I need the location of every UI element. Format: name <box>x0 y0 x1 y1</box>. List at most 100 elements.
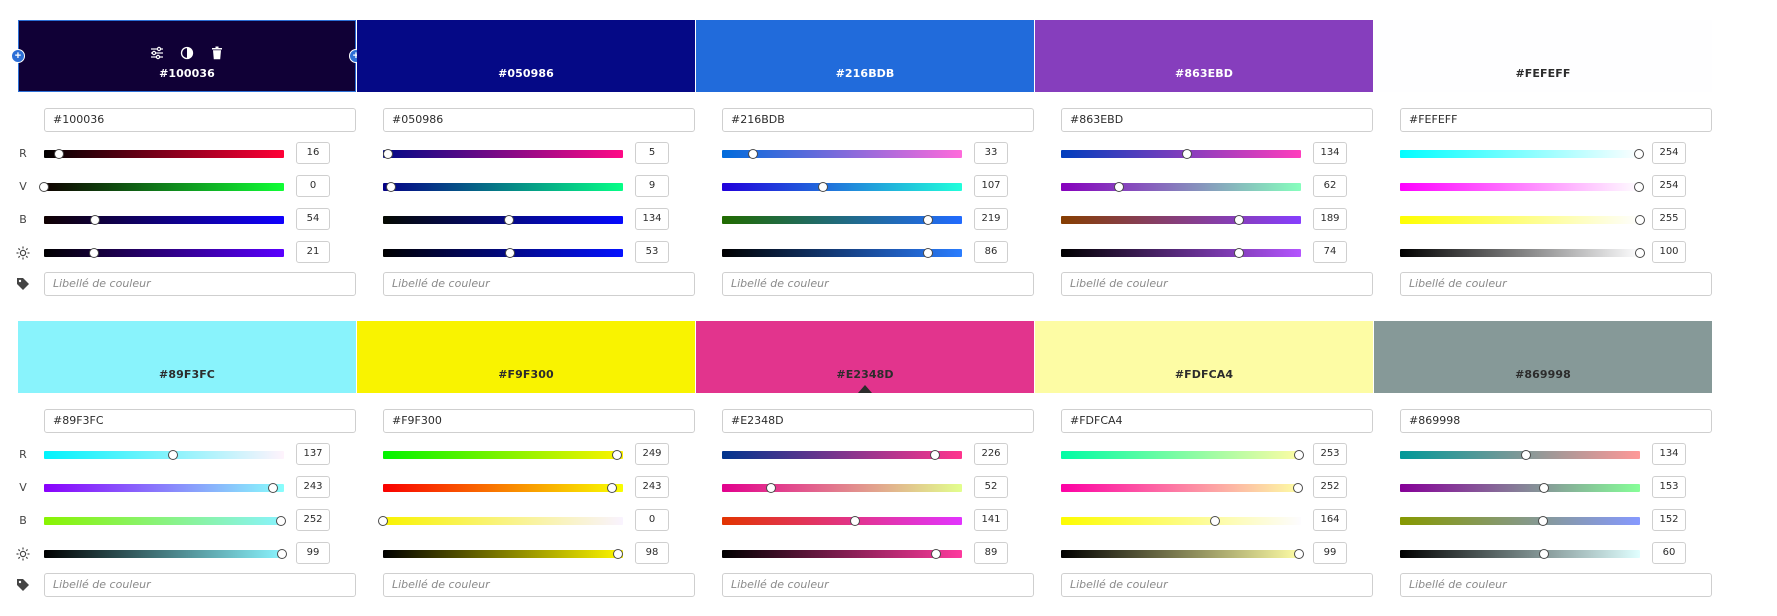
blue-slider[interactable] <box>378 516 623 526</box>
red-slider-handle[interactable] <box>167 450 178 460</box>
blue-value-input[interactable]: 252 <box>296 509 330 531</box>
brightness-slider-handle[interactable] <box>1539 549 1549 559</box>
blue-slider[interactable] <box>722 516 962 526</box>
blue-slider-handle[interactable] <box>276 516 287 526</box>
red-value-input[interactable]: 16 <box>296 142 330 164</box>
red-slider[interactable] <box>722 149 962 159</box>
blue-slider-handle[interactable] <box>923 215 934 225</box>
color-label-input[interactable]: Libellé de couleur <box>383 573 695 597</box>
blue-slider[interactable] <box>44 516 287 526</box>
brightness-slider[interactable] <box>1400 549 1640 559</box>
blue-value-input[interactable]: 255 <box>1652 208 1686 230</box>
blue-slider[interactable] <box>1400 516 1640 526</box>
red-slider[interactable] <box>383 450 623 460</box>
color-swatch[interactable]: #100036 <box>18 20 356 92</box>
green-slider[interactable] <box>722 182 962 192</box>
green-value-input[interactable]: 52 <box>974 476 1008 498</box>
blue-slider-handle[interactable] <box>378 516 388 526</box>
green-slider-handle[interactable] <box>817 182 828 192</box>
blue-value-input[interactable]: 189 <box>1313 208 1347 230</box>
color-swatch[interactable]: #89F3FC <box>18 321 356 393</box>
color-swatch[interactable]: #863EBD <box>1035 20 1373 92</box>
green-value-input[interactable]: 243 <box>296 476 330 498</box>
blue-slider[interactable] <box>722 215 962 225</box>
red-value-input[interactable]: 137 <box>296 443 330 465</box>
brightness-slider[interactable] <box>44 248 284 258</box>
color-swatch[interactable]: #F9F300 <box>357 321 695 393</box>
blue-value-input[interactable]: 219 <box>974 208 1008 230</box>
blue-slider-handle[interactable] <box>89 215 100 225</box>
green-slider-handle[interactable] <box>1114 182 1125 192</box>
red-slider-handle[interactable] <box>1294 450 1305 460</box>
green-slider[interactable] <box>1400 483 1640 493</box>
brightness-value-input[interactable]: 74 <box>1313 241 1347 263</box>
brightness-slider-handle[interactable] <box>89 248 100 258</box>
hex-input[interactable]: #100036 <box>44 108 356 132</box>
green-slider-handle[interactable] <box>1539 483 1549 493</box>
color-swatch[interactable]: #FDFCA4 <box>1035 321 1373 393</box>
color-swatch[interactable]: #869998 <box>1374 321 1712 393</box>
hex-input[interactable]: #863EBD <box>1061 108 1373 132</box>
green-value-input[interactable]: 107 <box>974 175 1008 197</box>
brightness-slider-handle[interactable] <box>1233 248 1244 258</box>
brightness-slider-handle[interactable] <box>1293 549 1304 559</box>
green-slider-handle[interactable] <box>606 483 617 493</box>
green-slider-handle[interactable] <box>267 483 278 493</box>
blue-slider-handle[interactable] <box>1210 516 1221 526</box>
hex-input[interactable]: #FDFCA4 <box>1061 409 1373 433</box>
green-slider-handle[interactable] <box>765 483 776 493</box>
red-slider[interactable] <box>382 149 623 159</box>
blue-value-input[interactable]: 164 <box>1313 509 1347 531</box>
red-slider[interactable] <box>1400 149 1645 159</box>
red-value-input[interactable]: 134 <box>1313 142 1347 164</box>
hex-input[interactable]: #050986 <box>383 108 695 132</box>
brightness-slider-handle[interactable] <box>505 248 516 258</box>
brightness-value-input[interactable]: 86 <box>974 241 1008 263</box>
blue-value-input[interactable]: 0 <box>635 509 669 531</box>
blue-slider-handle[interactable] <box>1538 516 1549 526</box>
color-label-input[interactable]: Libellé de couleur <box>722 272 1034 296</box>
red-slider[interactable] <box>722 450 962 460</box>
green-slider[interactable] <box>1061 483 1304 493</box>
brightness-slider-handle[interactable] <box>276 549 287 559</box>
green-slider-handle[interactable] <box>39 182 49 192</box>
red-slider[interactable] <box>44 149 284 159</box>
red-slider-handle[interactable] <box>748 149 759 159</box>
brightness-slider[interactable] <box>383 549 624 559</box>
contrast-icon[interactable] <box>180 46 194 60</box>
brightness-slider[interactable] <box>1400 248 1645 258</box>
green-value-input[interactable]: 254 <box>1652 175 1686 197</box>
blue-value-input[interactable]: 152 <box>1652 509 1686 531</box>
red-value-input[interactable]: 253 <box>1313 443 1347 465</box>
green-value-input[interactable]: 252 <box>1313 476 1347 498</box>
color-swatch[interactable]: #E2348D <box>696 321 1034 393</box>
color-label-input[interactable]: Libellé de couleur <box>44 272 356 296</box>
blue-value-input[interactable]: 54 <box>296 208 330 230</box>
blue-slider-handle[interactable] <box>1233 215 1244 225</box>
green-slider[interactable] <box>44 483 284 493</box>
blue-value-input[interactable]: 134 <box>635 208 669 230</box>
red-slider[interactable] <box>44 450 284 460</box>
brightness-value-input[interactable]: 53 <box>635 241 669 263</box>
blue-slider-handle[interactable] <box>504 215 515 225</box>
green-value-input[interactable]: 0 <box>296 175 330 197</box>
color-label-input[interactable]: Libellé de couleur <box>383 272 695 296</box>
red-slider-handle[interactable] <box>1182 149 1193 159</box>
brightness-slider-handle[interactable] <box>1635 248 1645 258</box>
blue-slider-handle[interactable] <box>1635 215 1645 225</box>
adjust-sliders-icon[interactable] <box>150 46 164 60</box>
brightness-value-input[interactable]: 99 <box>1313 542 1347 564</box>
red-value-input[interactable]: 134 <box>1652 443 1686 465</box>
red-value-input[interactable]: 249 <box>635 443 669 465</box>
green-slider-handle[interactable] <box>1293 483 1304 493</box>
green-slider-handle[interactable] <box>1634 182 1645 192</box>
brightness-value-input[interactable]: 98 <box>635 542 669 564</box>
hex-input[interactable]: #E2348D <box>722 409 1034 433</box>
red-value-input[interactable]: 33 <box>974 142 1008 164</box>
color-swatch[interactable]: #216BDB <box>696 20 1034 92</box>
brightness-slider[interactable] <box>722 549 962 559</box>
brightness-slider-handle[interactable] <box>930 549 941 559</box>
green-slider[interactable] <box>722 483 962 493</box>
color-label-input[interactable]: Libellé de couleur <box>1400 272 1712 296</box>
red-slider[interactable] <box>1061 149 1301 159</box>
